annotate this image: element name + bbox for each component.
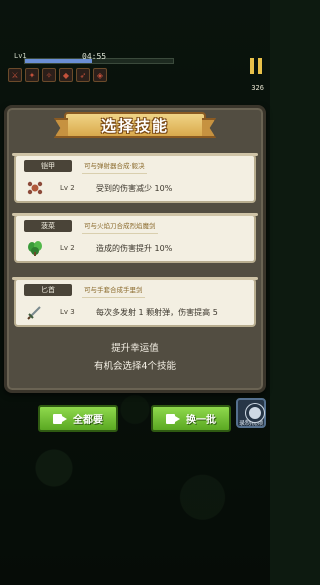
take-all-button[interactable]: 全都要 xyxy=(38,405,118,432)
fire-icon: ✦ xyxy=(25,68,39,82)
game-timer: 04:55 xyxy=(82,52,107,61)
skill-description: 造成的伤害提升 10% xyxy=(96,244,173,253)
armor-icon xyxy=(26,179,44,197)
luck-upgrade-line2: 有机会选择4个技能 xyxy=(93,361,177,372)
skill-combine-hint: 可与手套合成手里剑 xyxy=(82,286,144,298)
pause-button[interactable] xyxy=(250,58,262,74)
video-ad-icon xyxy=(53,413,67,424)
swap-label: 换一批 xyxy=(186,415,216,426)
luck-upgrade-line1: 提升幸运值 xyxy=(111,343,159,354)
skill-name: 匕首 xyxy=(24,284,72,296)
panel-title: 选择技能 xyxy=(64,112,206,138)
record-label: 录制视频 xyxy=(238,420,263,427)
swap-skills-button[interactable]: 换一批 xyxy=(151,405,231,432)
gem-icon: ◈ xyxy=(93,68,107,82)
skill-level: Lv 2 xyxy=(60,184,75,192)
spinach-icon xyxy=(26,239,44,257)
video-ad-icon xyxy=(166,413,180,424)
skill-description: 受到的伤害减少 10% xyxy=(96,184,173,193)
gold-count: 326 xyxy=(251,84,264,92)
skill-card-armor[interactable]: 铠甲 可与弹射器合成·毅决 Lv 2 受到的伤害减少 10% xyxy=(12,153,258,203)
skill-combine-hint: 可与火焰刀合成烈焰魔剑 xyxy=(82,222,157,234)
skill-level: Lv 3 xyxy=(60,308,75,316)
record-video-button[interactable]: 录制视频 xyxy=(236,398,266,428)
arrow-icon: ➶ xyxy=(76,68,90,82)
skill-name: 菠菜 xyxy=(24,220,72,232)
skill-combine-hint: 可与弹射器合成·毅决 xyxy=(82,162,147,174)
skill-description: 每次多发射 1 颗射弹，伤害提高 5 xyxy=(96,308,218,317)
skill-card-spinach[interactable]: 菠菜 可与火焰刀合成烈焰魔剑 Lv 2 造成的伤害提升 10% xyxy=(12,213,258,263)
shield-icon: ◆ xyxy=(59,68,73,82)
skill-level: Lv 2 xyxy=(60,244,75,252)
sword-icon: ⚔ xyxy=(8,68,22,82)
blade-icon: ✧ xyxy=(42,68,56,82)
skill-card-dagger[interactable]: 匕首 可与手套合成手里剑 Lv 3 每次多发射 1 颗射弹，伤害提高 5 xyxy=(12,277,258,327)
skill-name: 铠甲 xyxy=(24,160,72,172)
dagger-icon xyxy=(26,303,44,321)
take-all-label: 全都要 xyxy=(73,415,103,426)
skill-slots: ⚔ ✦ ✧ ◆ ➶ ◈ xyxy=(8,68,107,82)
